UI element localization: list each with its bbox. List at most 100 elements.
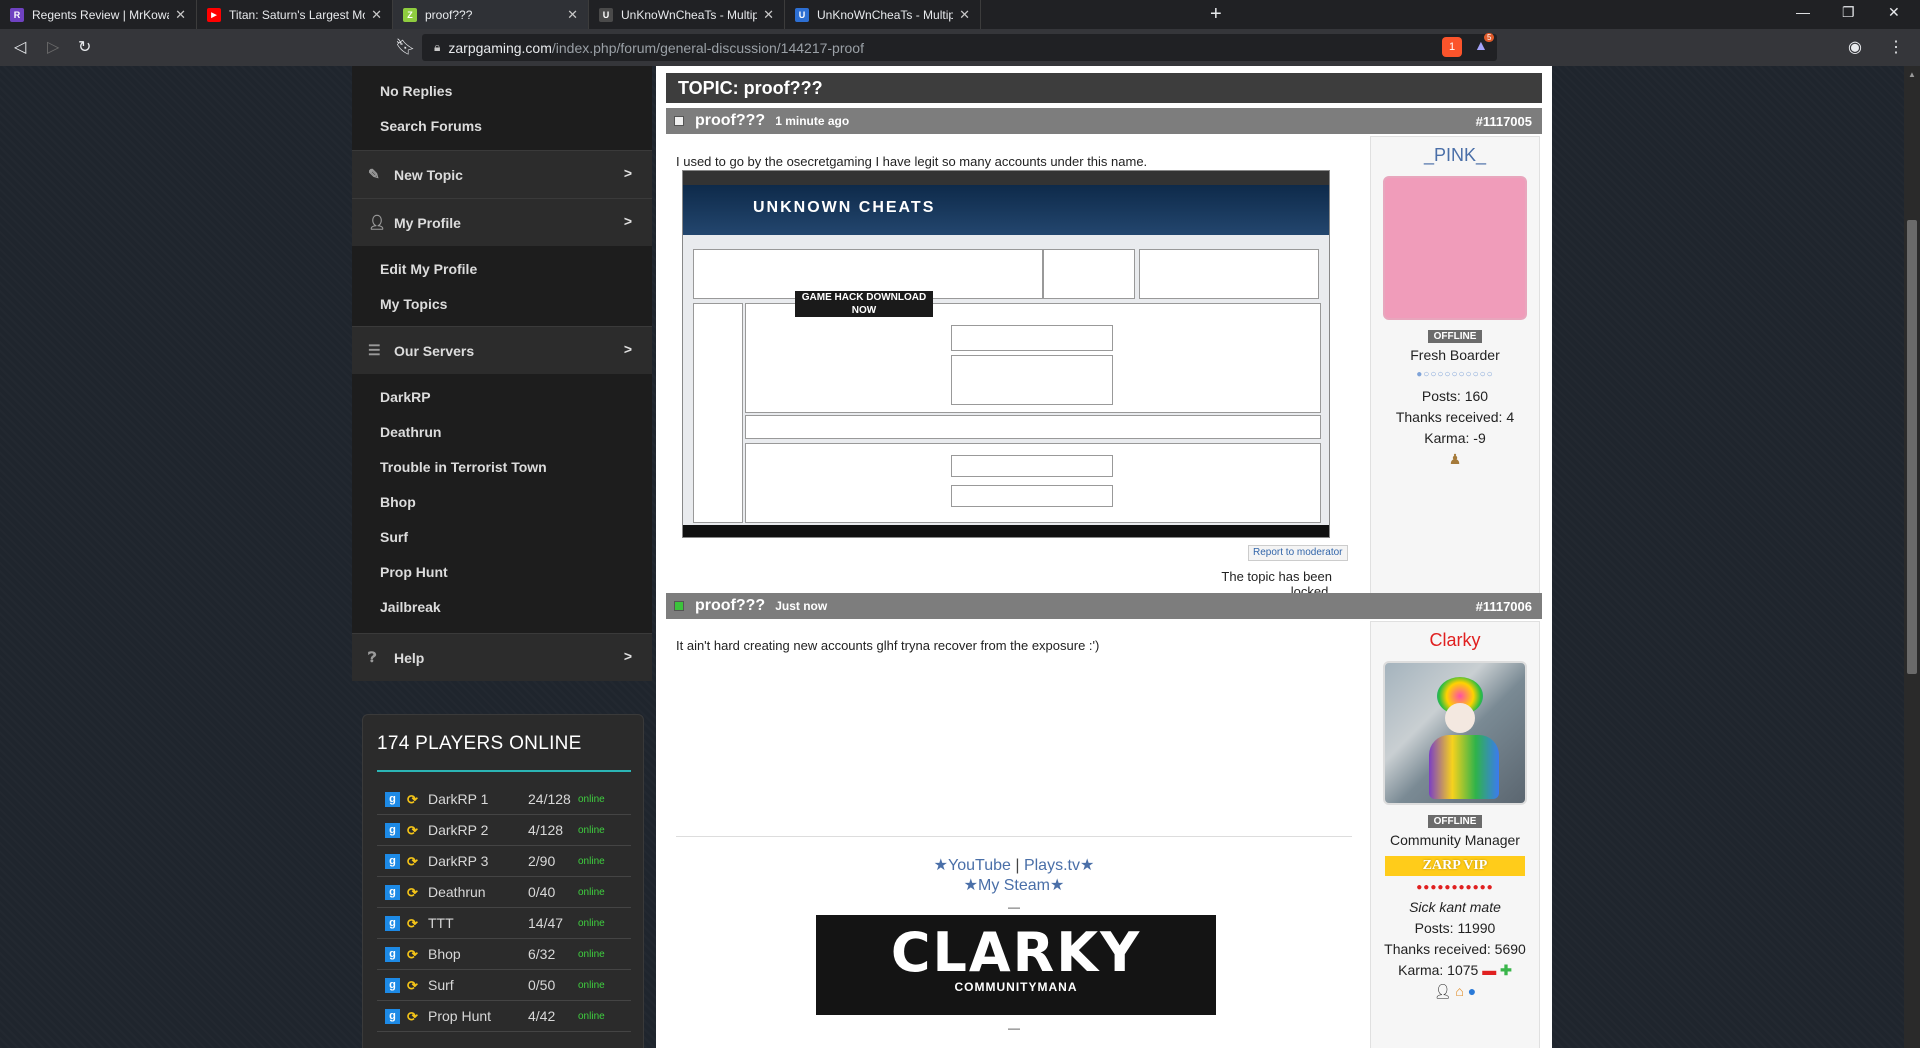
chevron-right-icon: > <box>623 165 632 181</box>
sidebar-server-surf[interactable]: Surf <box>352 520 652 555</box>
menu-icon[interactable]: ⋮ <box>1888 37 1904 57</box>
tab-regents-review[interactable]: R Regents Review | MrKowalik.com ✕ <box>0 0 197 29</box>
server-row[interactable]: g ⟳ Prop Hunt 4/42 online <box>377 1001 631 1032</box>
forward-icon[interactable]: ▷ <box>47 37 59 57</box>
connect-icon[interactable]: ⟳ <box>405 792 420 807</box>
zarp-vip-badge: ZARP VIP <box>1385 856 1525 876</box>
page-scrollbar[interactable]: ▲ <box>1904 66 1920 1048</box>
server-row[interactable]: g ⟳ Surf 0/50 online <box>377 970 631 1001</box>
youtube-favicon-icon: ▶ <box>207 7 221 22</box>
gmod-icon: g <box>385 915 400 931</box>
profile-icon[interactable]: ◉ <box>1848 37 1862 57</box>
new-tab-icon[interactable]: + <box>1210 3 1222 26</box>
tab-close-icon[interactable]: ✕ <box>371 7 382 23</box>
server-status: online <box>578 917 605 929</box>
signature-dash: — <box>1008 1021 1020 1035</box>
connect-icon[interactable]: ⟳ <box>405 978 420 993</box>
sidebar-help[interactable]: ❓︎ Help > <box>352 633 652 681</box>
menu-bars-icon: ☰ <box>368 342 381 358</box>
unknowncheats-logo: UNKNOWN CHEATS <box>683 185 1329 235</box>
vip-label: ZARP VIP <box>1422 858 1488 873</box>
tab-proof[interactable]: Z proof??? ✕ <box>393 0 589 29</box>
server-row[interactable]: g ⟳ Deathrun 0/40 online <box>377 877 631 908</box>
tab-close-icon[interactable]: ✕ <box>959 7 970 23</box>
connect-icon[interactable]: ⟳ <box>405 916 420 931</box>
chevron-right-icon: > <box>623 341 632 357</box>
sidebar-my-profile[interactable]: 👤︎ My Profile > <box>352 198 652 246</box>
sidebar-server-prop-hunt[interactable]: Prop Hunt <box>352 555 652 590</box>
post-title[interactable]: proof??? <box>695 597 765 615</box>
url-field[interactable]: 🔒︎ zarpgaming.com /index.php/forum/gener… <box>422 34 1497 61</box>
tab-close-icon[interactable]: ✕ <box>567 7 578 23</box>
server-status: online <box>578 948 605 960</box>
avatar[interactable] <box>1383 176 1527 320</box>
server-row[interactable]: g ⟳ TTT 14/47 online <box>377 908 631 939</box>
server-row[interactable]: g ⟳ DarkRP 2 4/128 online <box>377 815 631 846</box>
tab-close-icon[interactable]: ✕ <box>175 7 186 23</box>
sidebar-server-jailbreak[interactable]: Jailbreak <box>352 590 652 625</box>
sidebar-link-search-forums[interactable]: Search Forums <box>352 109 652 144</box>
tab-titan[interactable]: ▶ Titan: Saturn's Largest Moon - An ✕ <box>197 0 393 29</box>
tab-title: UnKnoWnCheaTs - Multiplayer Ga <box>621 7 758 22</box>
scroll-up-icon[interactable]: ▲ <box>1908 70 1916 79</box>
report-to-moderator-button[interactable]: Report to moderator <box>1248 545 1348 561</box>
playstv-link[interactable]: Plays.tv★ <box>1024 857 1094 874</box>
sidebar-server-deathrun[interactable]: Deathrun <box>352 415 652 450</box>
karma-plus-icon[interactable]: ✚ <box>1500 962 1512 978</box>
youtube-link[interactable]: ★YouTube <box>934 857 1011 874</box>
connect-icon[interactable]: ⟳ <box>405 885 420 900</box>
zarp-favicon-icon: Z <box>403 7 417 22</box>
author-name[interactable]: _PINK_ <box>1371 145 1539 166</box>
tab-unknowncheats-2[interactable]: U UnKnoWnCheaTs - Multiplayer Ga ✕ <box>785 0 981 29</box>
sidebar-new-topic[interactable]: ✎ New Topic > <box>352 150 652 198</box>
post-id-link[interactable]: #1117005 <box>1476 114 1532 129</box>
url-path: /index.php/forum/general-discussion/1442… <box>551 39 864 56</box>
player-count: 24/128 <box>528 791 571 807</box>
minimize-icon[interactable]: — <box>1796 4 1810 20</box>
sidebar-server-ttt[interactable]: Trouble in Terrorist Town <box>352 450 652 485</box>
connect-icon[interactable]: ⟳ <box>405 947 420 962</box>
sidebar-link-my-topics[interactable]: My Topics <box>352 287 652 322</box>
player-count: 2/90 <box>528 853 556 869</box>
steam-link[interactable]: ★My Steam★ <box>676 876 1352 896</box>
author-posts: Posts: 160 <box>1421 388 1489 404</box>
author-name[interactable]: Clarky <box>1371 630 1539 651</box>
connect-icon[interactable]: ⟳ <box>405 854 420 869</box>
gmod-icon: g <box>385 853 400 869</box>
server-name: Surf <box>428 977 454 993</box>
gmod-icon: g <box>385 977 400 993</box>
sidebar-link-edit-profile[interactable]: Edit My Profile <box>352 252 652 287</box>
sidebar-our-servers[interactable]: ☰ Our Servers > <box>352 326 652 374</box>
connect-icon[interactable]: ⟳ <box>405 823 420 838</box>
sidebar-server-bhop[interactable]: Bhop <box>352 485 652 520</box>
scrollbar-thumb[interactable] <box>1907 220 1917 674</box>
sidebar-server-darkrp[interactable]: DarkRP <box>352 380 652 415</box>
url-domain: zarpgaming.com <box>448 39 552 56</box>
tab-unknowncheats-1[interactable]: U UnKnoWnCheaTs - Multiplayer Ga ✕ <box>589 0 785 29</box>
restore-icon[interactable]: ❐ <box>1842 4 1855 21</box>
post-id-link[interactable]: #1117006 <box>1476 599 1532 614</box>
server-row[interactable]: g ⟳ Bhop 6/32 online <box>377 939 631 970</box>
tab-close-icon[interactable]: ✕ <box>763 7 774 23</box>
offline-status-icon <box>674 116 684 126</box>
bookmark-icon[interactable]: 🔖︎ <box>395 37 415 57</box>
server-row[interactable]: g ⟳ DarkRP 3 2/90 online <box>377 846 631 877</box>
banner-title: CLARKY <box>890 921 1142 984</box>
karma-minus-icon[interactable]: ▬ <box>1482 962 1496 978</box>
embedded-screenshot-image[interactable]: UNKNOWN CHEATS GAME HACK DOWNLOAD NOW AP… <box>682 170 1330 538</box>
brave-shield-icon[interactable]: 1 <box>1442 37 1462 57</box>
server-row[interactable]: g ⟳ DarkRP 1 24/128 online <box>377 784 631 815</box>
back-icon[interactable]: ◁ <box>14 37 26 57</box>
home-icon: ⌂ <box>1455 983 1464 999</box>
post-title[interactable]: proof??? <box>695 112 765 130</box>
rank-dots-icon: ●●●●●●●●●●● <box>1416 882 1494 893</box>
close-window-icon[interactable]: ✕ <box>1888 4 1900 21</box>
server-status: online <box>578 979 605 991</box>
connect-icon[interactable]: ⟳ <box>405 1009 420 1024</box>
sidebar-link-no-replies[interactable]: No Replies <box>352 74 652 109</box>
ad-line-2: APEX LEGENDS <box>824 318 904 329</box>
tab-title: UnKnoWnCheaTs - Multiplayer Ga <box>817 7 954 22</box>
reload-icon[interactable]: ↻ <box>78 37 91 57</box>
tab-title: proof??? <box>425 7 473 22</box>
avatar[interactable] <box>1383 661 1527 805</box>
